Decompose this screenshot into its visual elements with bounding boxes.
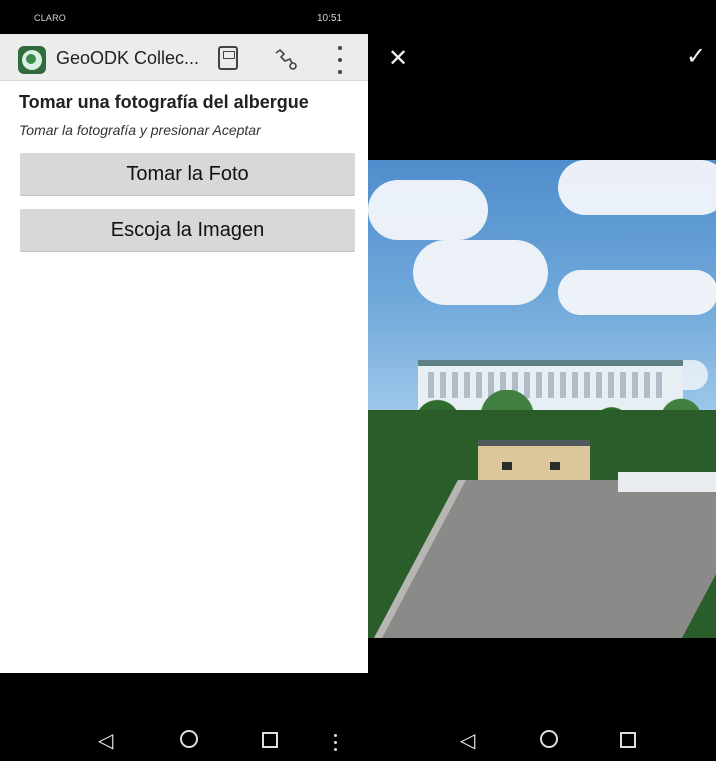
more-dot-3 <box>338 70 342 74</box>
nav-more-dot-1 <box>334 734 337 737</box>
rooftop-edge <box>618 472 716 492</box>
check-icon[interactable]: ✓ <box>686 42 706 71</box>
photo-preview <box>368 160 716 638</box>
nav-more-dot-3 <box>334 748 337 751</box>
right-recent-apps-button[interactable] <box>620 732 636 748</box>
right-navigation-bar: ◁ <box>460 728 690 758</box>
shed-window-1 <box>502 462 512 470</box>
cloud-2 <box>413 240 548 305</box>
app-logo-icon <box>18 46 46 74</box>
recent-apps-button[interactable] <box>262 732 278 748</box>
navigation-bar: ◁ <box>0 728 368 758</box>
right-back-button[interactable]: ◁ <box>460 728 475 753</box>
status-bar: CLARO 10:51 <box>0 0 368 34</box>
question-hint: Tomar la fotografía y presionar Aceptar <box>19 122 261 138</box>
status-time: 10:51 <box>316 13 342 24</box>
cloud-1 <box>368 180 488 240</box>
nav-more-icon[interactable] <box>334 734 337 751</box>
close-icon[interactable]: ✕ <box>388 44 408 73</box>
app-title: GeoODK Collec... <box>56 48 200 68</box>
take-photo-button[interactable]: Tomar la Foto <box>20 153 355 195</box>
nav-more-dot-2 <box>334 741 337 744</box>
shed-window-2 <box>550 462 560 470</box>
save-icon[interactable] <box>218 46 238 70</box>
cloud-4 <box>558 270 716 315</box>
more-dot-1 <box>338 46 342 50</box>
path-icon[interactable] <box>272 47 298 73</box>
cloud-3 <box>558 160 716 215</box>
choose-image-button[interactable]: Escoja la Imagen <box>20 209 355 251</box>
back-button[interactable]: ◁ <box>98 728 113 753</box>
land-icon <box>26 54 36 64</box>
carrier-label: CLARO <box>34 13 67 23</box>
home-button[interactable] <box>180 730 198 748</box>
right-home-button[interactable] <box>540 730 558 748</box>
left-screen: CLARO 10:51 GeoODK Collec... Tomar una f… <box>0 0 368 761</box>
screen: CLARO 10:51 GeoODK Collec... Tomar una f… <box>0 0 716 761</box>
more-dot-2 <box>338 58 342 62</box>
question-title: Tomar una fotografía del albergue <box>19 92 309 112</box>
more-icon[interactable] <box>334 46 346 74</box>
